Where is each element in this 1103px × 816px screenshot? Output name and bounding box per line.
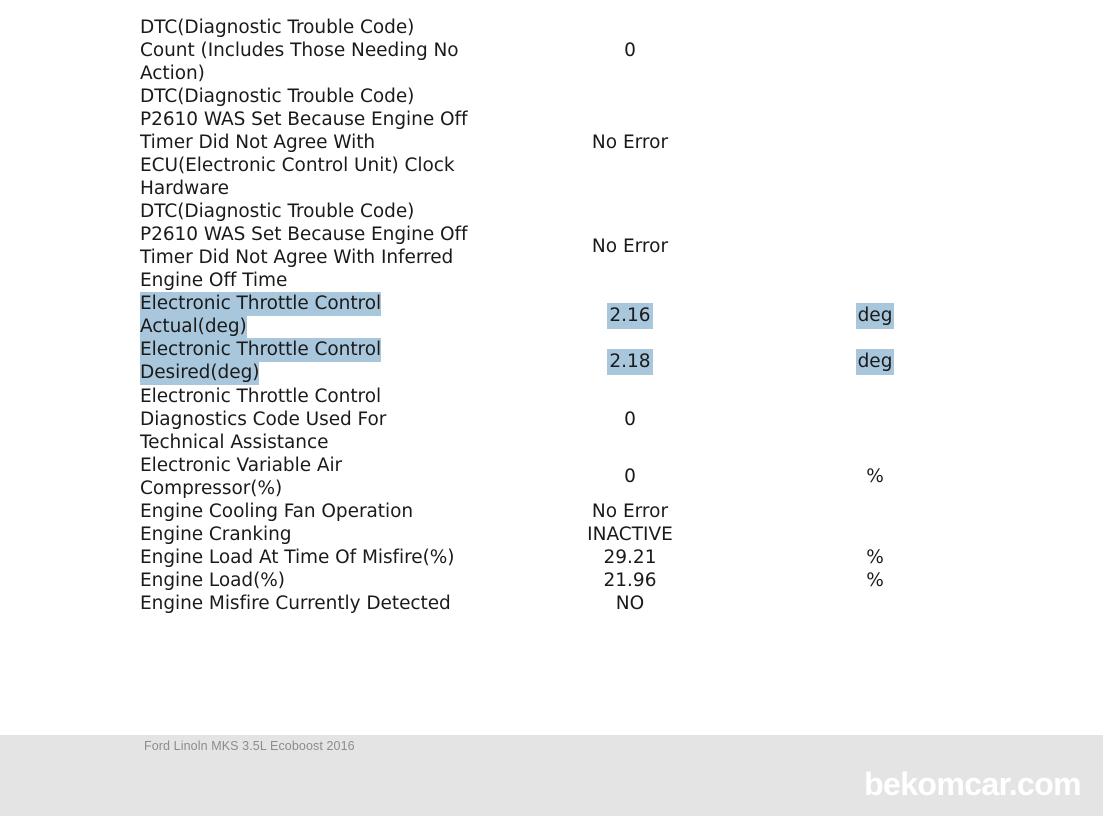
parameter-name-cell: Engine Cooling Fan Operation bbox=[140, 500, 470, 523]
parameter-unit-cell bbox=[790, 200, 960, 292]
parameter-value-text: INACTIVE bbox=[587, 523, 673, 545]
diagnostic-parameter-table: DTC(Diagnostic Trouble Code) Count (Incl… bbox=[140, 16, 960, 615]
parameter-unit-text: % bbox=[866, 546, 884, 568]
parameter-unit-cell bbox=[790, 592, 960, 615]
table-row[interactable]: Engine Load At Time Of Misfire(%) 29.21% bbox=[140, 546, 960, 569]
parameter-value-text: 21.96 bbox=[603, 569, 657, 591]
parameter-value-cell: No Error bbox=[470, 200, 790, 292]
parameter-name-cell: Electronic Variable Air Compressor(%) bbox=[140, 454, 470, 500]
parameter-name-cell: Electronic Throttle Control Desired(deg) bbox=[140, 338, 470, 386]
parameter-unit-text: deg bbox=[855, 302, 895, 329]
parameter-value-text: 0 bbox=[624, 408, 636, 430]
parameter-unit-cell bbox=[790, 523, 960, 546]
parameter-name-text: Electronic Throttle Control Diagnostics … bbox=[140, 385, 387, 453]
parameter-name-text: DTC(Diagnostic Trouble Code) P2610 WAS S… bbox=[140, 86, 468, 200]
parameter-value-cell: No Error bbox=[470, 85, 790, 200]
parameter-name-text: Engine Load(%) bbox=[140, 569, 285, 591]
table-row[interactable]: Engine Misfire Currently Detected NO bbox=[140, 592, 960, 615]
parameter-name-cell: DTC(Diagnostic Trouble Code) P2610 WAS S… bbox=[140, 200, 470, 292]
parameter-value-cell: 2.18 bbox=[470, 338, 790, 384]
parameter-value-cell: 21.96 bbox=[470, 569, 790, 592]
parameter-unit-cell bbox=[790, 16, 960, 85]
parameter-name-cell: DTC(Diagnostic Trouble Code) P2610 WAS S… bbox=[140, 85, 470, 200]
parameter-unit-text: % bbox=[866, 569, 884, 591]
parameter-value-text: 0 bbox=[624, 40, 636, 62]
parameter-name-cell: Engine Misfire Currently Detected bbox=[140, 592, 470, 615]
parameter-name-text: Electronic Throttle Control Desired(deg) bbox=[140, 338, 382, 386]
site-watermark: bekomcar.com bbox=[864, 766, 1082, 802]
parameter-value-cell: 0 bbox=[470, 454, 790, 500]
parameter-value-cell: NO bbox=[470, 592, 790, 615]
parameter-value-text: No Error bbox=[591, 500, 669, 522]
parameter-value-cell: 0 bbox=[470, 385, 790, 454]
parameter-name-cell: DTC(Diagnostic Trouble Code) Count (Incl… bbox=[140, 16, 470, 85]
parameter-value-cell: INACTIVE bbox=[470, 523, 790, 546]
table-row[interactable]: Electronic Throttle Control Desired(deg)… bbox=[140, 338, 960, 386]
parameter-unit-cell bbox=[790, 500, 960, 523]
parameter-value-text: 29.21 bbox=[603, 546, 657, 568]
vehicle-caption: Ford Linoln MKS 3.5L Ecoboost 2016 bbox=[144, 739, 355, 753]
parameter-unit-cell: % bbox=[790, 569, 960, 592]
parameter-value-text: NO bbox=[615, 592, 645, 614]
parameter-name-cell: Engine Load(%) bbox=[140, 569, 470, 592]
parameter-name-text: Engine Misfire Currently Detected bbox=[140, 592, 451, 614]
page-root: DTC(Diagnostic Trouble Code) Count (Incl… bbox=[0, 0, 1103, 816]
table-row[interactable]: Electronic Variable Air Compressor(%) 0% bbox=[140, 454, 960, 500]
parameter-value-cell: 2.16 bbox=[470, 292, 790, 338]
parameter-name-cell: Engine Load At Time Of Misfire(%) bbox=[140, 546, 470, 569]
parameter-unit-text: deg bbox=[855, 348, 895, 375]
parameter-name-text: DTC(Diagnostic Trouble Code) Count (Incl… bbox=[140, 17, 459, 85]
parameter-value-text: 2.18 bbox=[607, 348, 653, 375]
parameter-name-text: Electronic Throttle Control Actual(deg) bbox=[140, 292, 382, 340]
parameter-value-text: No Error bbox=[591, 132, 669, 154]
parameter-unit-cell bbox=[790, 85, 960, 200]
diagnostic-parameter-table-body: DTC(Diagnostic Trouble Code) Count (Incl… bbox=[140, 16, 960, 615]
parameter-name-text: Engine Cooling Fan Operation bbox=[140, 500, 414, 522]
parameter-name-text: Electronic Variable Air Compressor(%) bbox=[140, 454, 343, 499]
parameter-value-cell: No Error bbox=[470, 500, 790, 523]
parameter-value-text: 0 bbox=[624, 466, 636, 488]
table-row[interactable]: DTC(Diagnostic Trouble Code) Count (Incl… bbox=[140, 16, 960, 85]
table-row[interactable]: DTC(Diagnostic Trouble Code) P2610 WAS S… bbox=[140, 85, 960, 200]
parameter-name-text: Engine Cranking bbox=[140, 523, 292, 545]
table-row[interactable]: Electronic Throttle Control Actual(deg) 2… bbox=[140, 292, 960, 340]
parameter-name-text: DTC(Diagnostic Trouble Code) P2610 WAS S… bbox=[140, 201, 468, 292]
parameter-unit-cell: % bbox=[790, 546, 960, 569]
table-row[interactable]: Electronic Throttle Control Diagnostics … bbox=[140, 385, 960, 454]
parameter-unit-cell: % bbox=[790, 454, 960, 500]
parameter-name-cell: Engine Cranking bbox=[140, 523, 470, 546]
parameter-name-text: Engine Load At Time Of Misfire(%) bbox=[140, 546, 455, 568]
parameter-unit-cell: deg bbox=[790, 292, 960, 338]
parameter-name-cell: Electronic Throttle Control Diagnostics … bbox=[140, 385, 470, 454]
parameter-value-cell: 0 bbox=[470, 16, 790, 85]
parameter-value-text: 2.16 bbox=[607, 302, 653, 329]
parameter-name-cell: Electronic Throttle Control Actual(deg) bbox=[140, 292, 470, 340]
table-row[interactable]: DTC(Diagnostic Trouble Code) P2610 WAS S… bbox=[140, 200, 960, 292]
table-row[interactable]: Engine Cooling Fan Operation No Error bbox=[140, 500, 960, 523]
parameter-value-cell: 29.21 bbox=[470, 546, 790, 569]
table-row[interactable]: Engine Load(%) 21.96% bbox=[140, 569, 960, 592]
table-row[interactable]: Engine Cranking INACTIVE bbox=[140, 523, 960, 546]
parameter-unit-cell: deg bbox=[790, 338, 960, 384]
parameter-value-text: No Error bbox=[591, 235, 669, 257]
parameter-unit-text: % bbox=[866, 466, 884, 488]
parameter-unit-cell bbox=[790, 385, 960, 454]
